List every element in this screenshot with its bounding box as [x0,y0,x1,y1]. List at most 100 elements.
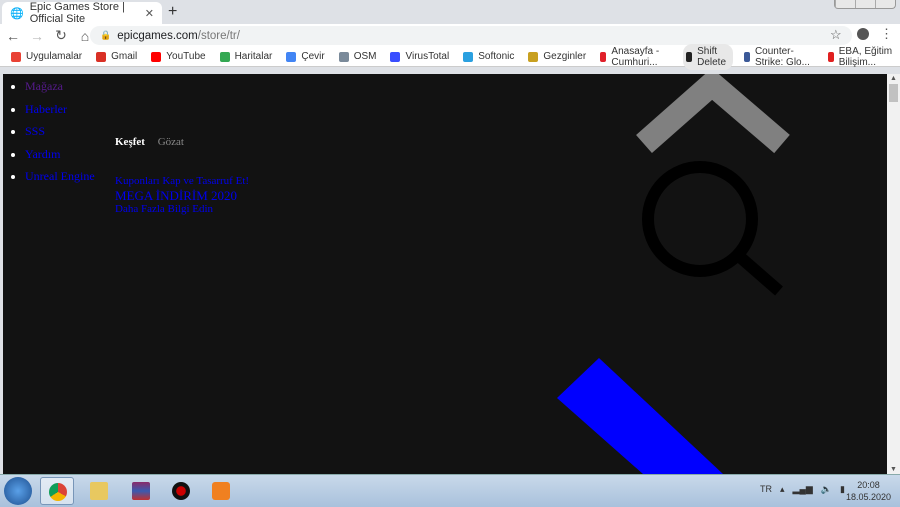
bookmark-item[interactable]: OSM [336,49,380,64]
blue-bar [557,358,723,474]
bookmark-item[interactable]: VirusTotal [387,49,452,64]
bookmark-favicon-icon [528,51,539,62]
forward-icon[interactable]: → [26,28,48,44]
tab-title: Epic Games Store | Official Site [29,1,125,25]
bookmark-label: VirusTotal [405,51,450,62]
network-icon[interactable]: ▂▄▆ [793,484,813,495]
taskbar-chrome[interactable] [40,477,74,505]
promo-banner[interactable]: Kuponları Kap ve Tasarruf Et! MEGA İNDİR… [115,175,249,216]
bookmark-item[interactable]: Anasayfa - Cumhuri... [597,44,675,70]
nav-link-store[interactable]: Mağaza [25,79,63,93]
reload-icon[interactable]: ↻ [50,27,72,44]
bookmark-item[interactable]: Softonic [460,49,517,64]
bookmark-label: Counter-Strike: Glo... [754,45,810,68]
bookmark-item[interactable]: EBA, Eğitim Bilişim... [825,44,900,70]
record-icon [172,482,190,500]
bookmark-label: Anasayfa - Cumhuri... [611,45,660,68]
nav-link-news[interactable]: Haberler [25,102,67,116]
bookmark-label: Gmail [111,51,138,62]
apps-grid-icon [11,51,21,62]
bookmark-favicon-icon [685,51,693,62]
taskbar-media[interactable] [204,477,238,505]
decorative-shapes [557,74,790,474]
taskbar-app[interactable] [164,477,198,505]
bookmark-label: OSM [353,51,377,62]
bookmark-label: Softonic [478,51,515,62]
tray-arrow-icon[interactable]: ▴ [780,484,785,495]
url-path: /store/tr/ [197,29,240,42]
media-player-icon [212,482,230,500]
bookmark-item[interactable]: Gmail [93,49,140,64]
bookmark-item[interactable]: Shift Delete [682,43,733,70]
bookmark-item[interactable]: Gezginler [525,49,589,64]
account-icon[interactable] [857,28,869,40]
maximize-button[interactable] [855,0,875,8]
promo-title: MEGA İNDİRİM 2020 [115,188,238,203]
tab-browse[interactable]: Gözat [158,136,184,148]
power-icon[interactable]: ▮ [840,484,845,495]
folder-icon [90,482,108,500]
volume-icon[interactable]: 🔈 [821,484,832,495]
date: 18.05.2020 [846,492,892,502]
chevron-up-icon [636,74,790,154]
bookmark-favicon-icon [827,51,834,62]
scroll-thumb[interactable] [889,84,898,102]
start-button[interactable] [4,477,32,505]
close-window-button[interactable] [875,0,895,8]
page-content: Mağaza Haberler SSS Yardım Unreal Engine… [3,74,887,474]
search-icon [642,161,758,277]
globe-icon: 🌐 [10,7,24,20]
scroll-up-icon[interactable]: ▲ [890,75,897,82]
bookmark-label: Gezginler [543,51,587,62]
bookmark-item[interactable]: Uygulamalar [8,49,85,64]
nav-link-faq[interactable]: SSS [25,124,45,138]
bookmark-favicon-icon [463,51,474,62]
nav-list: Mağaza Haberler SSS Yardım Unreal Engine [11,79,95,192]
bookmark-favicon-icon [390,51,401,62]
bookmark-item[interactable]: Çevir [283,49,327,64]
bookmark-item[interactable]: YouTube [148,49,208,64]
menu-icon[interactable]: ⋮ [880,26,893,42]
taskbar: TR ▴ ▂▄▆ 🔈 ▮ 20:08 18.05.2020 [0,474,900,507]
nav-link-help[interactable]: Yardım [25,147,60,161]
taskbar-explorer[interactable] [82,477,116,505]
tab-bar: 🌐 Epic Games Store | Official Site ✕ + [0,0,900,25]
bookmark-label: Shift Delete [697,45,727,68]
minimize-button[interactable] [835,0,855,8]
time: 20:08 [857,480,880,490]
bookmark-favicon-icon [219,51,230,62]
bookmark-favicon-icon [286,51,297,62]
browser-tab[interactable]: 🌐 Epic Games Store | Official Site ✕ [2,1,162,25]
scroll-down-icon[interactable]: ▼ [890,466,897,473]
bookmarks-bar: Uygulamalar Gmail YouTube Haritalar Çevir OSM… [0,43,900,70]
nav-link-unreal[interactable]: Unreal Engine [25,169,95,183]
address-bar[interactable]: 🔒 epicgames.com/store/tr/ ☆ [90,26,852,45]
bookmark-favicon-icon [96,51,107,62]
bookmark-favicon-icon [151,51,162,62]
bookmark-favicon-icon [600,51,607,62]
language-indicator[interactable]: TR [760,484,772,495]
tab-discover[interactable]: Keşfet [115,136,145,148]
clock[interactable]: 20:08 18.05.2020 [846,479,891,503]
url-host: epicgames.com [117,29,198,42]
new-tab-button[interactable]: + [168,3,177,21]
bookmark-label: EBA, Eğitim Bilişim... [838,45,893,68]
taskbar-winrar[interactable] [124,477,158,505]
bookmark-item[interactable]: Haritalar [217,49,276,64]
back-icon[interactable]: ← [2,28,24,44]
bookmark-label: Haritalar [234,51,273,62]
system-tray: TR ▴ ▂▄▆ 🔈 ▮ [760,484,845,495]
bookmark-item[interactable]: Counter-Strike: Glo... [741,44,817,70]
promo-link[interactable]: Daha Fazla Bilgi Edin [115,203,249,216]
bookmark-favicon-icon [338,51,349,62]
bookmark-label: Uygulamalar [26,51,83,62]
close-tab-icon[interactable]: ✕ [145,7,154,20]
window-controls [834,0,896,9]
chrome-icon [49,483,67,501]
bookmark-star-icon[interactable]: ☆ [830,27,842,43]
promo-subtitle: Kuponları Kap ve Tasarruf Et! [115,175,250,187]
search-icon-handle [736,252,783,296]
lock-icon: 🔒 [100,30,112,40]
scrollbar[interactable]: ▲ ▼ [887,74,900,474]
bookmark-favicon-icon [743,51,750,62]
